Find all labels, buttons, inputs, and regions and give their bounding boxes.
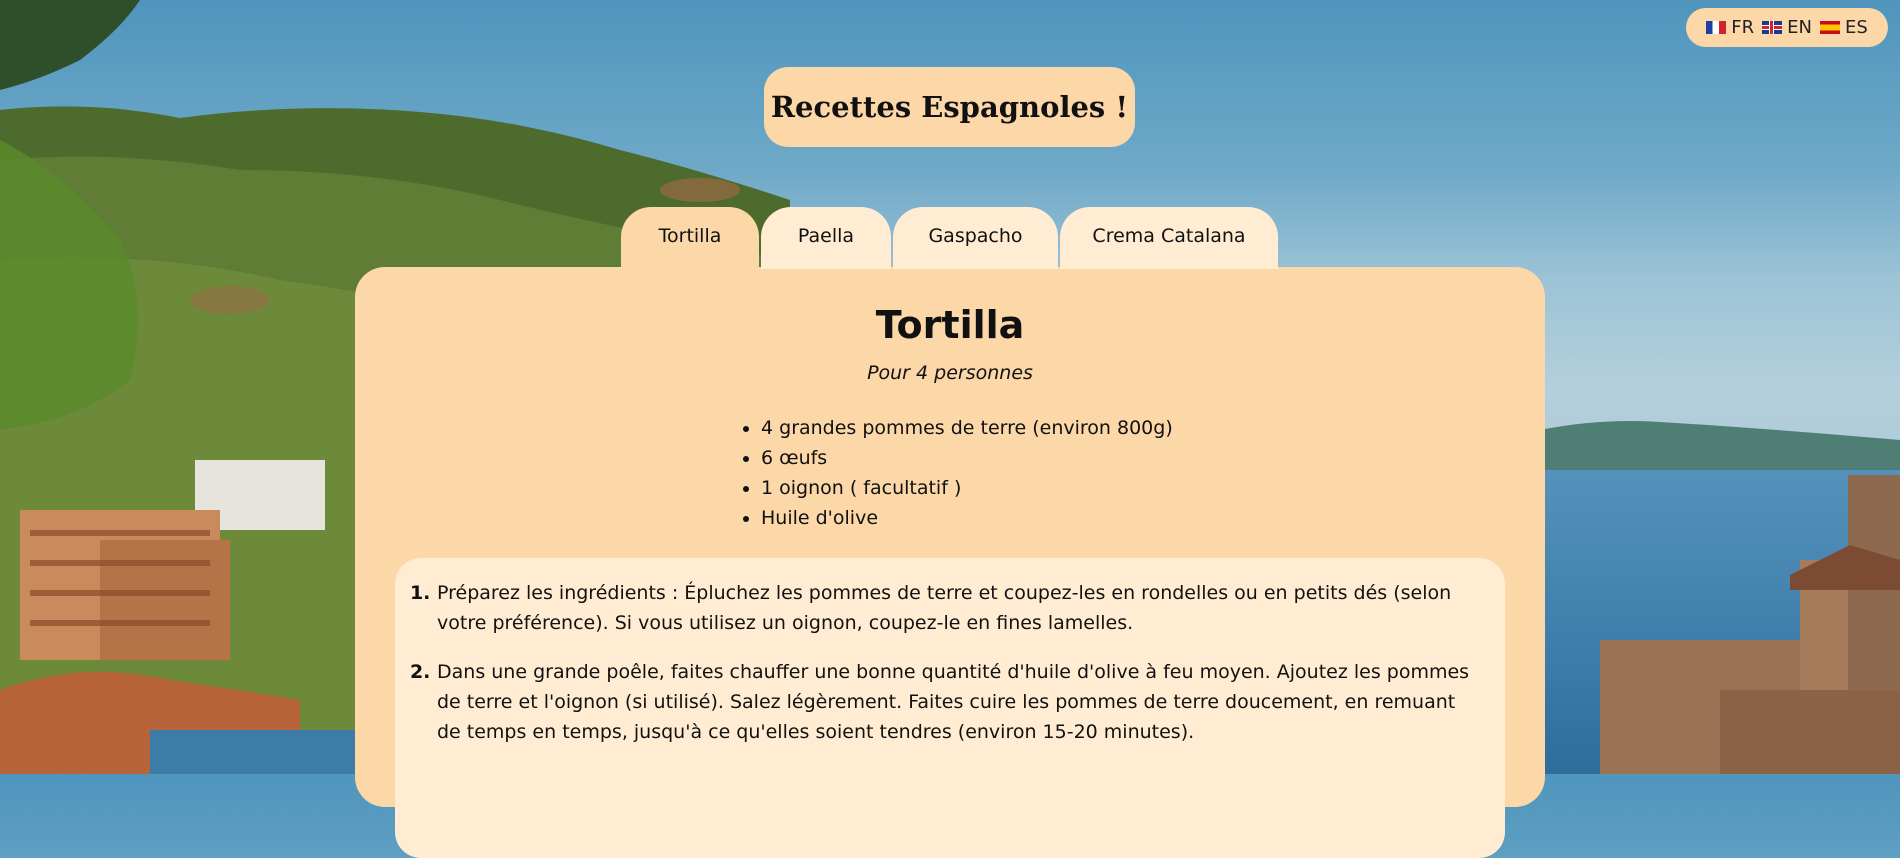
lang-label-es: ES: [1844, 17, 1868, 38]
lang-option-en[interactable]: EN: [1762, 17, 1812, 38]
flag-uk-icon: [1762, 21, 1783, 34]
ingredient-item: 6 œufs: [761, 443, 1173, 473]
lang-option-fr[interactable]: FR: [1706, 17, 1754, 38]
ingredient-item: 4 grandes pommes de terre (environ 800g): [761, 413, 1173, 443]
tab-paella[interactable]: Paella: [761, 207, 891, 269]
flag-fr-icon: [1706, 21, 1727, 34]
tab-tortilla[interactable]: Tortilla: [621, 207, 759, 269]
flag-es-icon: [1819, 21, 1840, 34]
tab-crema-catalana[interactable]: Crema Catalana: [1060, 207, 1278, 269]
ingredient-list: 4 grandes pommes de terre (environ 800g)…: [737, 413, 1173, 533]
tab-gaspacho[interactable]: Gaspacho: [893, 207, 1058, 269]
ingredient-item: Huile d'olive: [761, 503, 1173, 533]
steps-panel: Préparez les ingrédients : Épluchez les …: [395, 558, 1505, 858]
step-item: Préparez les ingrédients : Épluchez les …: [437, 578, 1475, 638]
recipe-title: Tortilla: [875, 303, 1025, 347]
recipe-card: Tortilla Pour 4 personnes 4 grandes pomm…: [355, 267, 1545, 858]
lang-label-en: EN: [1787, 17, 1812, 38]
step-list: Préparez les ingrédients : Épluchez les …: [395, 558, 1505, 747]
site-title: Recettes Espagnoles !: [764, 67, 1135, 147]
language-switcher: FR EN ES: [1686, 8, 1888, 47]
ingredient-item: 1 oignon ( facultatif ): [761, 473, 1173, 503]
recipe-tabs: Tortilla Paella Gaspacho Crema Catalana: [621, 207, 1278, 269]
step-item: Dans une grande poêle, faites chauffer u…: [437, 657, 1475, 747]
lang-label-fr: FR: [1731, 17, 1755, 38]
lang-option-es[interactable]: ES: [1819, 17, 1868, 38]
recipe-servings: Pour 4 personnes: [867, 362, 1033, 384]
